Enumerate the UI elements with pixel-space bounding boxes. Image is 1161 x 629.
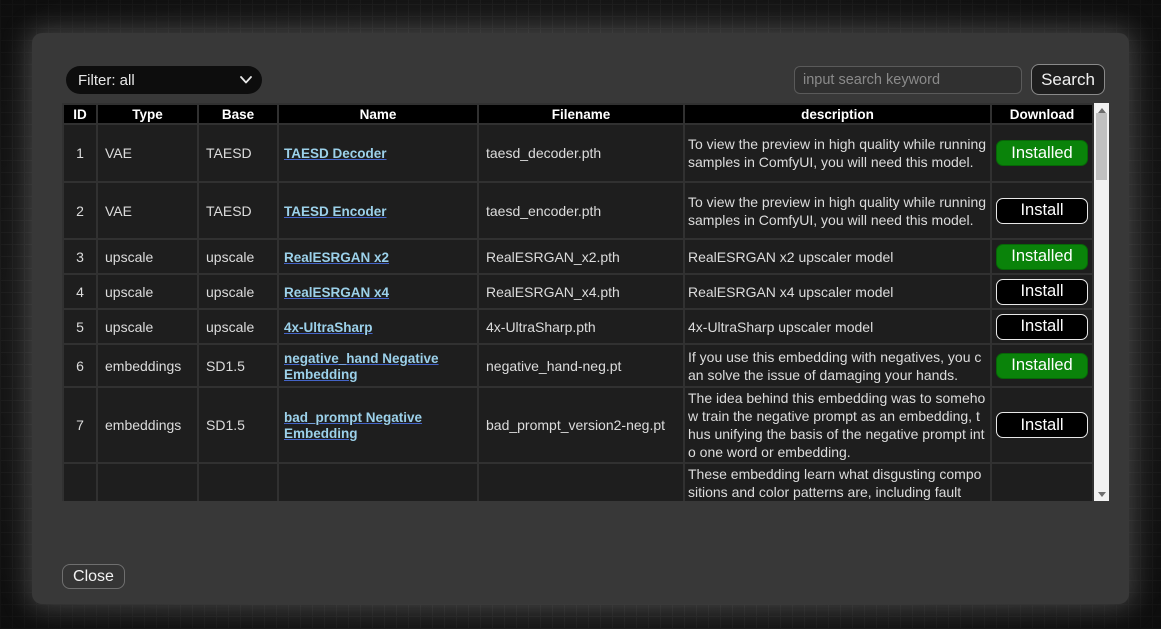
- base-cell: upscale: [198, 309, 278, 344]
- header-download: Download: [991, 104, 1093, 124]
- filename-cell: taesd_encoder.pth: [478, 182, 684, 239]
- name-cell: bad_prompt Negative Embedding: [278, 387, 478, 463]
- description-cell: RealESRGAN x4 upscaler model: [684, 274, 991, 309]
- filename-cell: negative_hand-neg.pt: [478, 344, 684, 387]
- id-cell: [63, 463, 97, 501]
- base-cell: [198, 463, 278, 501]
- name-cell: RealESRGAN x2: [278, 239, 478, 274]
- table-row: 7 embeddings SD1.5 bad_prompt Negative E…: [63, 387, 1093, 463]
- table-header-row: ID Type Base Name Filename description D…: [63, 104, 1093, 124]
- download-cell: Installed: [991, 344, 1093, 387]
- model-name-link[interactable]: bad_prompt Negative Embedding: [284, 410, 422, 441]
- table-row: 6 embeddings SD1.5 negative_hand Negativ…: [63, 344, 1093, 387]
- model-name-link[interactable]: TAESD Decoder: [284, 146, 387, 161]
- type-cell: VAE: [97, 124, 198, 182]
- description-cell: These embedding learn what disgusting co…: [684, 463, 991, 501]
- name-cell: 4x-UltraSharp: [278, 309, 478, 344]
- installed-button[interactable]: Installed: [996, 244, 1088, 270]
- model-table-zone: ID Type Base Name Filename description D…: [62, 103, 1109, 501]
- base-cell: upscale: [198, 239, 278, 274]
- name-cell: [278, 463, 478, 501]
- id-cell: 7: [63, 387, 97, 463]
- name-cell: negative_hand Negative Embedding: [278, 344, 478, 387]
- table-scrollbar[interactable]: [1094, 103, 1109, 501]
- installed-button[interactable]: Installed: [996, 353, 1088, 379]
- type-cell: embeddings: [97, 387, 198, 463]
- filter-select[interactable]: Filter: all: [66, 66, 262, 94]
- header-filename: Filename: [478, 104, 684, 124]
- description-cell: RealESRGAN x2 upscaler model: [684, 239, 991, 274]
- close-button[interactable]: Close: [62, 564, 125, 589]
- type-cell: embeddings: [97, 344, 198, 387]
- install-button[interactable]: Install: [996, 279, 1088, 305]
- model-name-link[interactable]: TAESD Encoder: [284, 204, 387, 219]
- type-cell: VAE: [97, 182, 198, 239]
- download-cell: Install: [991, 274, 1093, 309]
- id-cell: 3: [63, 239, 97, 274]
- chevron-down-icon: [240, 76, 252, 84]
- table-row: 1 VAE TAESD TAESD Decoder taesd_decoder.…: [63, 124, 1093, 182]
- scrollbar-thumb[interactable]: [1096, 113, 1107, 180]
- model-name-link[interactable]: 4x-UltraSharp: [284, 320, 373, 335]
- install-button[interactable]: Install: [996, 314, 1088, 340]
- table-row: These embedding learn what disgusting co…: [63, 463, 1093, 501]
- model-manager-dialog: Filter: all Search ID Type Base Name Fil…: [32, 33, 1129, 604]
- base-cell: TAESD: [198, 124, 278, 182]
- search-button[interactable]: Search: [1031, 64, 1105, 95]
- filter-select-value: Filter: all: [78, 72, 135, 89]
- type-cell: [97, 463, 198, 501]
- header-description: description: [684, 104, 991, 124]
- header-type: Type: [97, 104, 198, 124]
- id-cell: 4: [63, 274, 97, 309]
- type-cell: upscale: [97, 309, 198, 344]
- name-cell: TAESD Decoder: [278, 124, 478, 182]
- filename-cell: [478, 463, 684, 501]
- download-cell: Install: [991, 182, 1093, 239]
- table-row: 4 upscale upscale RealESRGAN x4 RealESRG…: [63, 274, 1093, 309]
- description-cell: To view the preview in high quality whil…: [684, 182, 991, 239]
- table-row: 5 upscale upscale 4x-UltraSharp 4x-Ultra…: [63, 309, 1093, 344]
- installed-button[interactable]: Installed: [996, 140, 1088, 166]
- table-row: 2 VAE TAESD TAESD Encoder taesd_encoder.…: [63, 182, 1093, 239]
- id-cell: 6: [63, 344, 97, 387]
- description-cell: If you use this embedding with negatives…: [684, 344, 991, 387]
- download-cell: Install: [991, 387, 1093, 463]
- scroll-down-arrow-icon[interactable]: [1094, 487, 1109, 501]
- download-cell: Install: [991, 309, 1093, 344]
- base-cell: SD1.5: [198, 344, 278, 387]
- base-cell: TAESD: [198, 182, 278, 239]
- model-name-link[interactable]: negative_hand Negative Embedding: [284, 351, 439, 382]
- id-cell: 5: [63, 309, 97, 344]
- download-cell: [991, 463, 1093, 501]
- model-name-link[interactable]: RealESRGAN x4: [284, 285, 389, 300]
- base-cell: SD1.5: [198, 387, 278, 463]
- description-cell: 4x-UltraSharp upscaler model: [684, 309, 991, 344]
- install-button[interactable]: Install: [996, 198, 1088, 224]
- filename-cell: bad_prompt_version2-neg.pt: [478, 387, 684, 463]
- filename-cell: 4x-UltraSharp.pth: [478, 309, 684, 344]
- header-name: Name: [278, 104, 478, 124]
- header-id: ID: [63, 104, 97, 124]
- download-cell: Installed: [991, 124, 1093, 182]
- table-row: 3 upscale upscale RealESRGAN x2 RealESRG…: [63, 239, 1093, 274]
- header-base: Base: [198, 104, 278, 124]
- name-cell: RealESRGAN x4: [278, 274, 478, 309]
- id-cell: 1: [63, 124, 97, 182]
- search-input[interactable]: [794, 66, 1022, 94]
- base-cell: upscale: [198, 274, 278, 309]
- name-cell: TAESD Encoder: [278, 182, 478, 239]
- type-cell: upscale: [97, 274, 198, 309]
- filename-cell: RealESRGAN_x4.pth: [478, 274, 684, 309]
- install-button[interactable]: Install: [996, 412, 1088, 438]
- description-cell: To view the preview in high quality whil…: [684, 124, 991, 182]
- filename-cell: RealESRGAN_x2.pth: [478, 239, 684, 274]
- id-cell: 2: [63, 182, 97, 239]
- description-cell: The idea behind this embedding was to so…: [684, 387, 991, 463]
- filename-cell: taesd_decoder.pth: [478, 124, 684, 182]
- download-cell: Installed: [991, 239, 1093, 274]
- model-name-link[interactable]: RealESRGAN x2: [284, 250, 389, 265]
- model-table: ID Type Base Name Filename description D…: [62, 103, 1094, 501]
- type-cell: upscale: [97, 239, 198, 274]
